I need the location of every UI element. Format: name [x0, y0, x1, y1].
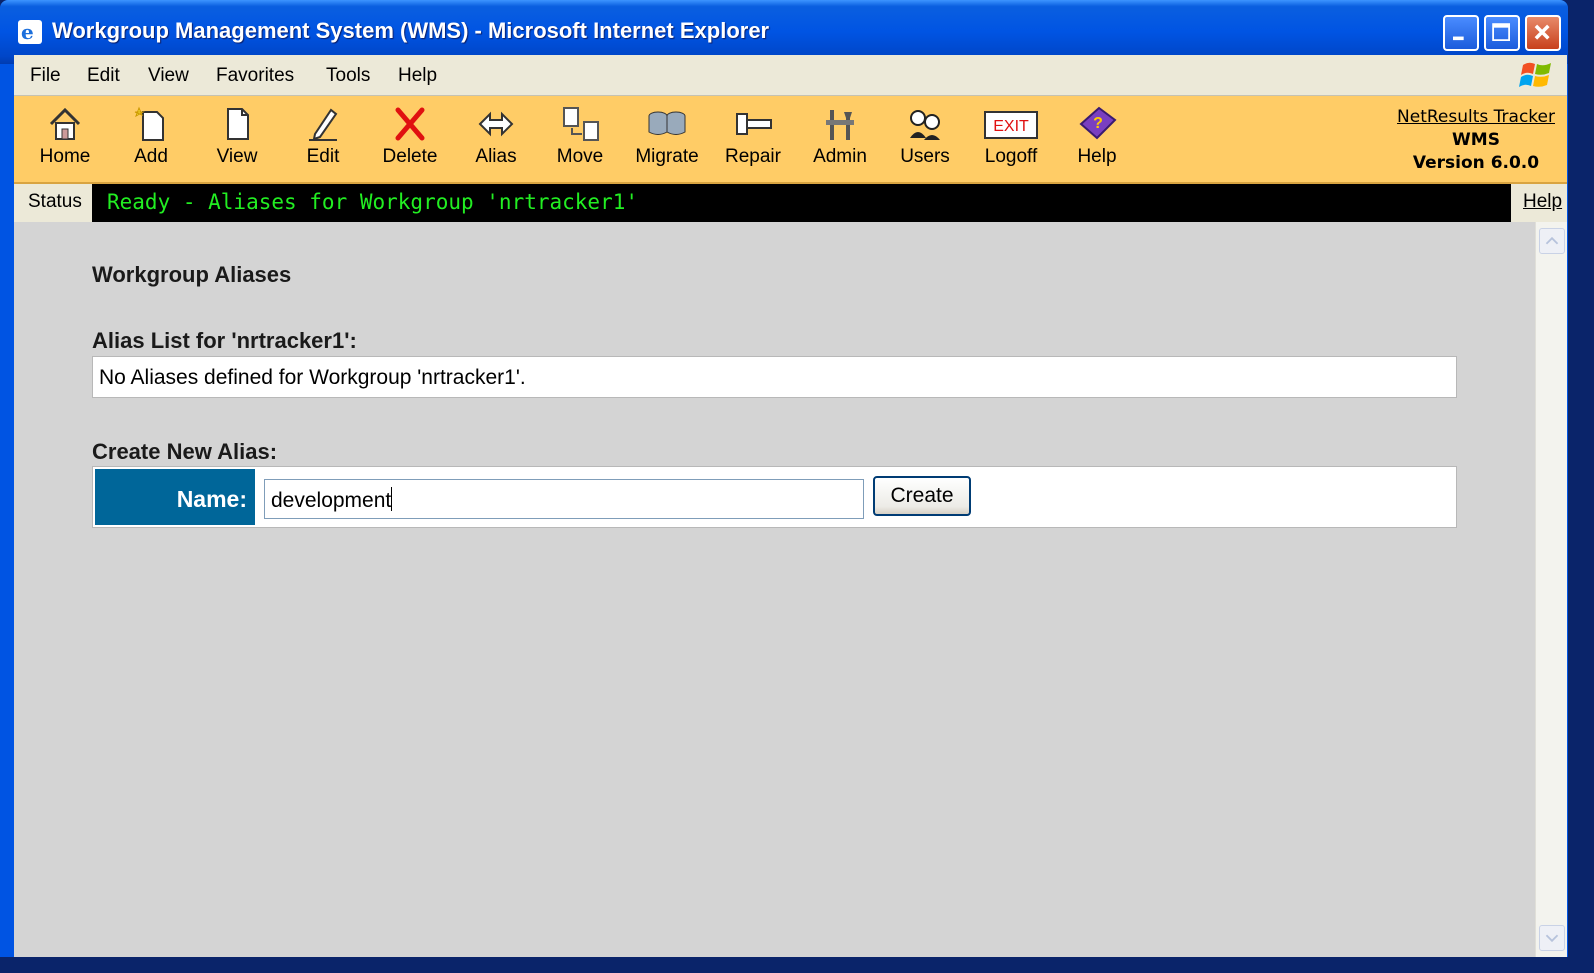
view-button[interactable]: View: [199, 104, 275, 176]
migrate-button[interactable]: Migrate: [629, 104, 705, 176]
alias-list-heading: Alias List for 'nrtracker1':: [92, 328, 357, 353]
minimize-button[interactable]: [1443, 15, 1479, 51]
status-help-link[interactable]: Help: [1511, 184, 1567, 222]
status-bar: Status Ready - Aliases for Workgroup 'nr…: [14, 184, 1567, 222]
chevron-down-icon: [1545, 934, 1559, 943]
vertical-scrollbar[interactable]: [1535, 222, 1567, 957]
red-x-icon: [395, 107, 425, 141]
menu-file[interactable]: File: [30, 65, 61, 87]
close-button[interactable]: [1525, 15, 1561, 51]
maximize-icon: [1492, 23, 1510, 41]
chevron-up-icon: [1545, 236, 1559, 245]
window-title: Workgroup Management System (WMS) - Micr…: [52, 18, 770, 43]
menu-bar: File Edit View Favorites Tools Help: [14, 55, 1567, 96]
status-message: Ready - Aliases for Workgroup 'nrtracker…: [107, 190, 639, 214]
scroll-up-button[interactable]: [1539, 228, 1565, 254]
create-alias-form: Name: development Create: [92, 466, 1457, 528]
product-name-link[interactable]: NetResults Tracker: [1397, 106, 1555, 129]
close-icon: [1534, 24, 1550, 40]
add-button[interactable]: Add: [113, 104, 189, 176]
tools-icon: [826, 110, 854, 140]
move-icon: [563, 107, 599, 141]
menu-view[interactable]: View: [148, 65, 189, 87]
home-button[interactable]: Home: [27, 104, 103, 176]
document-icon: [227, 108, 249, 140]
status-label: Status: [14, 184, 92, 222]
create-button[interactable]: Create: [873, 476, 971, 516]
help-button[interactable]: ? Help: [1059, 104, 1135, 176]
menu-edit[interactable]: Edit: [87, 65, 120, 87]
add-document-icon: [134, 106, 164, 141]
repair-button[interactable]: Repair: [715, 104, 791, 176]
menu-help[interactable]: Help: [398, 65, 437, 87]
help-book-icon: ?: [1079, 106, 1117, 140]
windows-logo-icon: [1519, 62, 1551, 87]
text-cursor: [391, 487, 393, 511]
alias-list-box: No Aliases defined for Workgroup 'nrtrac…: [92, 356, 1457, 398]
delete-button[interactable]: Delete: [372, 104, 448, 176]
home-icon: [49, 107, 81, 140]
toolbar: Home Add View Edit Delete Alias Move Mig…: [14, 96, 1567, 184]
create-alias-heading: Create New Alias:: [92, 439, 278, 464]
product-version: Version 6.0.0: [1412, 153, 1540, 173]
exit-sign-icon: EXIT: [984, 111, 1038, 139]
users-button[interactable]: Users: [887, 104, 963, 176]
alias-name-value: development: [271, 489, 392, 512]
double-arrow-icon: [478, 111, 514, 137]
menu-favorites[interactable]: Favorites: [216, 65, 294, 87]
minimize-icon: [1453, 36, 1464, 41]
hammer-icon: [736, 113, 772, 135]
move-button[interactable]: Move: [542, 104, 618, 176]
menu-tools[interactable]: Tools: [326, 65, 370, 87]
name-label: Name:: [95, 469, 255, 525]
alias-name-input[interactable]: development: [264, 479, 864, 519]
product-subtitle: WMS: [1452, 130, 1500, 150]
svg-text:?: ?: [1093, 115, 1103, 132]
logoff-button[interactable]: EXIT Logoff: [973, 104, 1049, 176]
page-title: Workgroup Aliases: [92, 262, 292, 287]
admin-button[interactable]: Admin: [802, 104, 878, 176]
maximize-button[interactable]: [1484, 15, 1520, 51]
alias-button[interactable]: Alias: [458, 104, 534, 176]
browser-window: e Workgroup Management System (WMS) - Mi…: [0, 0, 1568, 957]
database-icon: [648, 111, 686, 135]
product-info: NetResults Tracker WMS Version 6.0.0: [1397, 106, 1555, 175]
edit-button[interactable]: Edit: [285, 104, 361, 176]
users-icon: [910, 110, 940, 140]
svg-text:EXIT: EXIT: [993, 118, 1029, 135]
scroll-down-button[interactable]: [1539, 925, 1565, 951]
pencil-icon: [309, 108, 338, 141]
main-content: Workgroup Aliases Alias List for 'nrtrac…: [14, 222, 1535, 957]
ie-icon: e: [18, 20, 42, 44]
